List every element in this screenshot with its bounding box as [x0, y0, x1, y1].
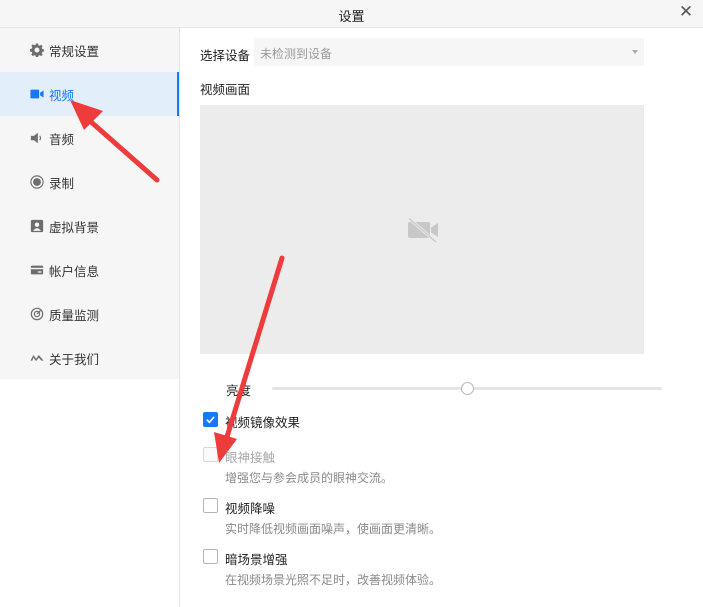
brightness-label: 亮度 [226, 383, 252, 398]
sidebar-item-label: 录制 [49, 175, 75, 191]
sidebar-item-label: 帐户信息 [49, 263, 100, 279]
sidebar-item-account[interactable]: 帐户信息 [0, 248, 179, 292]
brightness-slider[interactable] [272, 382, 662, 395]
checkmark-icon [206, 416, 215, 424]
sidebar-item-record[interactable]: 录制 [0, 160, 179, 204]
video-camera-icon [30, 87, 44, 101]
device-select-value: 未检测到设备 [260, 47, 333, 61]
sidebar-item-label: 音频 [49, 131, 75, 147]
sidebar-item-label: 虚拟背景 [49, 219, 100, 235]
low-light-label: 暗场景增强 [225, 552, 288, 567]
chevron-down-icon [632, 50, 638, 54]
low-light-checkbox[interactable] [203, 549, 218, 564]
slider-thumb[interactable] [461, 382, 474, 395]
title-bar: 设置 ✕ [0, 0, 703, 28]
device-select[interactable]: 未检测到设备 [254, 38, 644, 66]
mirror-label: 视频镜像效果 [225, 415, 301, 430]
speaker-icon [30, 131, 44, 145]
mirror-checkbox[interactable] [203, 412, 218, 427]
sidebar-item-quality-monitor[interactable]: 质量监测 [0, 292, 179, 336]
sidebar-item-general[interactable]: 常规设置 [0, 28, 179, 72]
record-icon [30, 175, 44, 189]
denoise-label: 视频降噪 [225, 501, 276, 516]
sidebar: 常规设置 视频 音频 录制 虚拟背景 帐户信息 质量监测 关于我们 [0, 28, 179, 379]
gauge-icon [30, 307, 44, 321]
eye-contact-label: 眼神接触 [225, 450, 276, 465]
sidebar-item-virtual-background[interactable]: 虚拟背景 [0, 204, 179, 248]
video-preview [200, 105, 644, 354]
sidebar-item-label: 常规设置 [49, 43, 100, 59]
window-title: 设置 [338, 10, 365, 25]
sidebar-item-about[interactable]: 关于我们 [0, 336, 179, 380]
logo-icon [30, 351, 44, 365]
denoise-desc: 实时降低视频画面噪声，使画面更清晰。 [225, 522, 442, 536]
sidebar-item-audio[interactable]: 音频 [0, 116, 179, 160]
preview-label: 视频画面 [200, 82, 251, 97]
sidebar-item-label: 关于我们 [49, 351, 100, 367]
sidebar-empty-area [0, 379, 179, 607]
eye-contact-checkbox [203, 447, 218, 462]
sidebar-item-label: 质量监测 [49, 307, 100, 323]
device-label: 选择设备 [200, 48, 251, 63]
denoise-checkbox[interactable] [203, 498, 218, 513]
low-light-desc: 在视频场景光照不足时，改善视频体验。 [225, 573, 442, 587]
close-button[interactable]: ✕ [675, 2, 697, 24]
eye-contact-desc: 增强您与参会成员的眼神交流。 [225, 471, 394, 485]
sidebar-item-video[interactable]: 视频 [0, 72, 179, 116]
camera-off-icon [408, 217, 438, 243]
panel-divider [179, 28, 180, 607]
card-icon [30, 263, 44, 277]
portrait-icon [30, 219, 44, 233]
sidebar-item-label: 视频 [49, 87, 75, 103]
gear-icon [30, 43, 44, 57]
